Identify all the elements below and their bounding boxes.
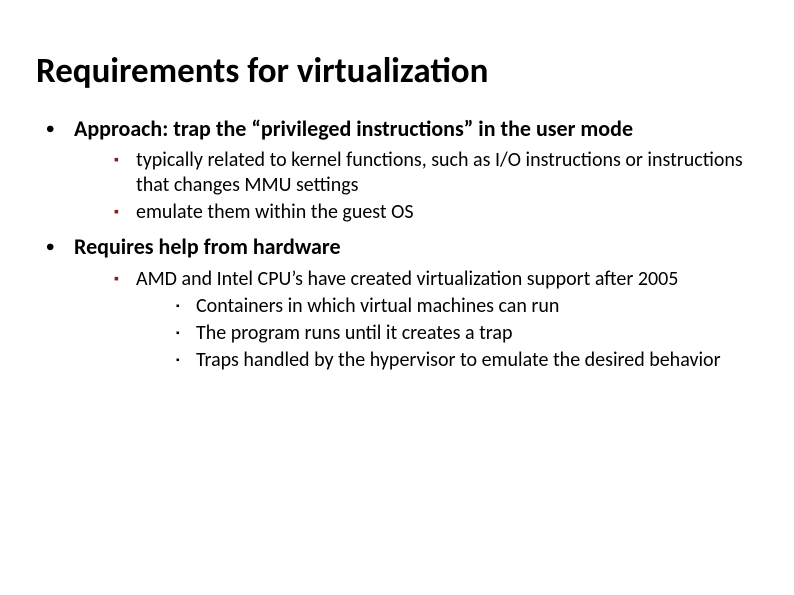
bullet-text: Approach: trap the “privileged instructi… [74, 115, 633, 142]
bullet-sublist: typically related to kernel functions, s… [74, 148, 758, 225]
bullet-text: Containers in which virtual machines can… [196, 294, 559, 318]
bullet-text: Requires help from hardware [74, 233, 341, 260]
bullet-item: The program runs until it creates a trap [176, 321, 758, 346]
bullet-subsublist: Containers in which virtual machines can… [136, 294, 758, 373]
bullet-text: typically related to kernel functions, s… [136, 148, 743, 197]
bullet-text: The program runs until it creates a trap [196, 321, 512, 345]
bullet-text: Traps handled by the hypervisor to emula… [196, 348, 721, 372]
bullet-item: Approach: trap the “privileged instructi… [46, 115, 758, 226]
slide-title: Requirements for virtualization [36, 52, 758, 91]
bullet-item: Containers in which virtual machines can… [176, 294, 758, 319]
bullet-text: emulate them within the guest OS [136, 200, 414, 224]
bullet-sublist: AMD and Intel CPU’s have created virtual… [74, 267, 758, 373]
bullet-item: AMD and Intel CPU’s have created virtual… [114, 267, 758, 373]
slide: Requirements for virtualization Approach… [0, 0, 794, 595]
bullet-item: Requires help from hardware AMD and Inte… [46, 233, 758, 373]
bullet-list: Approach: trap the “privileged instructi… [36, 115, 758, 373]
bullet-text: AMD and Intel CPU’s have created virtual… [136, 267, 678, 291]
bullet-item: typically related to kernel functions, s… [114, 148, 758, 198]
bullet-item: emulate them within the guest OS [114, 200, 758, 225]
bullet-item: Traps handled by the hypervisor to emula… [176, 348, 758, 373]
